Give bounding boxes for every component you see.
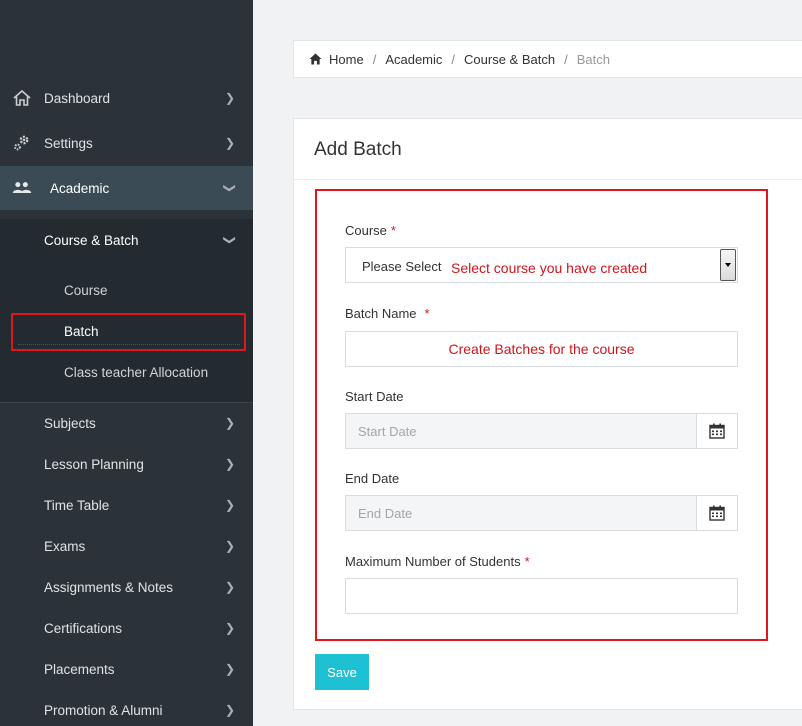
- breadcrumb-course-batch[interactable]: Course & Batch: [464, 52, 555, 67]
- sublink-class-teacher[interactable]: Class teacher Allocation: [64, 365, 208, 380]
- sidebar-item-label: Settings: [44, 135, 93, 151]
- breadcrumb-separator: /: [451, 51, 456, 67]
- sidebar-item-label: Assignments & Notes: [44, 579, 174, 595]
- sidebar-item-promotion-alumni[interactable]: Promotion & Alumni ❯: [0, 688, 253, 726]
- home-icon: [12, 88, 32, 108]
- end-date-input[interactable]: [345, 495, 697, 531]
- sidebar-item-dashboard[interactable]: Dashboard ❯: [0, 76, 253, 120]
- sidebar-item-label: Promotion & Alumni: [44, 702, 163, 718]
- sidebar-item-label: Time Table: [44, 497, 110, 513]
- chevron-right-icon: ❯: [224, 703, 235, 717]
- chevron-right-icon: ❯: [224, 136, 235, 150]
- sublink-course[interactable]: Course: [64, 283, 108, 298]
- dropdown-arrow-icon[interactable]: [720, 249, 736, 281]
- calendar-icon: [709, 505, 725, 521]
- start-date-input[interactable]: [345, 413, 697, 449]
- home-icon: [309, 53, 322, 65]
- end-date-label: End Date: [345, 471, 400, 486]
- sidebar-item-label: Certifications: [44, 620, 123, 636]
- sidebar-item-subjects[interactable]: Subjects ❯: [0, 401, 253, 445]
- sidebar-item-time-table[interactable]: Time Table ❯: [0, 483, 253, 527]
- gears-icon: [12, 133, 32, 153]
- sidebar-item-label: Subjects: [44, 415, 96, 431]
- course-annotation: Select course you have created: [451, 260, 648, 276]
- panel-title: Add Batch: [314, 139, 402, 160]
- breadcrumb-separator: /: [564, 51, 568, 67]
- chevron-right-icon: ❯: [224, 662, 235, 676]
- chevron-right-icon: ❯: [224, 91, 235, 105]
- start-date-label: Start Date: [345, 389, 404, 404]
- required-mark: *: [524, 554, 530, 569]
- highlight-box: [11, 313, 246, 351]
- sidebar-item-label: Exams: [44, 538, 86, 554]
- sidebar-item-label: Academic: [50, 180, 110, 196]
- course-label: Course *: [345, 223, 396, 238]
- calendar-icon: [709, 423, 725, 439]
- add-batch-panel: Add Batch Course * Please Select Select c…: [293, 118, 802, 710]
- breadcrumb-current: Batch: [576, 51, 610, 67]
- calendar-button[interactable]: [696, 413, 738, 449]
- chevron-right-icon: ❯: [224, 580, 235, 594]
- course-select-value: Please Select: [362, 259, 442, 274]
- sidebar-item-certifications[interactable]: Certifications ❯: [0, 606, 253, 650]
- submenu-label: Course & Batch: [44, 233, 139, 248]
- sidebar: Dashboard ❯ Settings ❯ Academic ❯ Course…: [0, 0, 253, 726]
- batch-name-input[interactable]: [345, 331, 738, 367]
- chevron-down-icon: ❯: [222, 182, 237, 194]
- course-select[interactable]: Please Select Select course you have cre…: [345, 247, 738, 283]
- chevron-down-icon: ❯: [222, 234, 237, 246]
- sidebar-item-academic[interactable]: Academic ❯: [0, 166, 253, 210]
- sidebar-item-label: Dashboard: [44, 90, 111, 106]
- required-mark: *: [390, 223, 396, 238]
- chevron-right-icon: ❯: [224, 416, 235, 430]
- chevron-right-icon: ❯: [224, 498, 235, 512]
- sidebar-item-lesson-planning[interactable]: Lesson Planning ❯: [0, 442, 253, 486]
- max-students-input[interactable]: [345, 578, 738, 614]
- batch-name-label-text: Batch Name: [345, 306, 417, 321]
- submenu-course-batch[interactable]: Course & Batch ❯: [0, 219, 253, 263]
- chevron-right-icon: ❯: [224, 539, 235, 553]
- sidebar-item-exams[interactable]: Exams ❯: [0, 524, 253, 568]
- required-mark: *: [424, 306, 430, 321]
- save-button[interactable]: Save: [315, 654, 369, 690]
- users-icon: [12, 178, 32, 198]
- max-students-label-text: Maximum Number of Students: [345, 554, 521, 569]
- course-label-text: Course: [345, 223, 387, 238]
- breadcrumb-academic[interactable]: Academic: [385, 52, 442, 67]
- sidebar-item-assignments[interactable]: Assignments & Notes ❯: [0, 565, 253, 609]
- chevron-right-icon: ❯: [224, 621, 235, 635]
- sidebar-item-label: Lesson Planning: [44, 456, 144, 472]
- chevron-right-icon: ❯: [224, 457, 235, 471]
- max-students-label: Maximum Number of Students *: [345, 554, 530, 569]
- breadcrumb-separator: /: [372, 51, 377, 67]
- batch-name-label: Batch Name *: [345, 306, 430, 321]
- calendar-button[interactable]: [696, 495, 738, 531]
- breadcrumb-home[interactable]: Home: [329, 52, 364, 67]
- sidebar-item-label: Placements: [44, 661, 115, 677]
- sidebar-item-settings[interactable]: Settings ❯: [0, 121, 253, 165]
- divider: [294, 179, 802, 180]
- sidebar-item-placements[interactable]: Placements ❯: [0, 647, 253, 691]
- breadcrumb: Home / Academic / Course & Batch / Batch: [293, 40, 802, 78]
